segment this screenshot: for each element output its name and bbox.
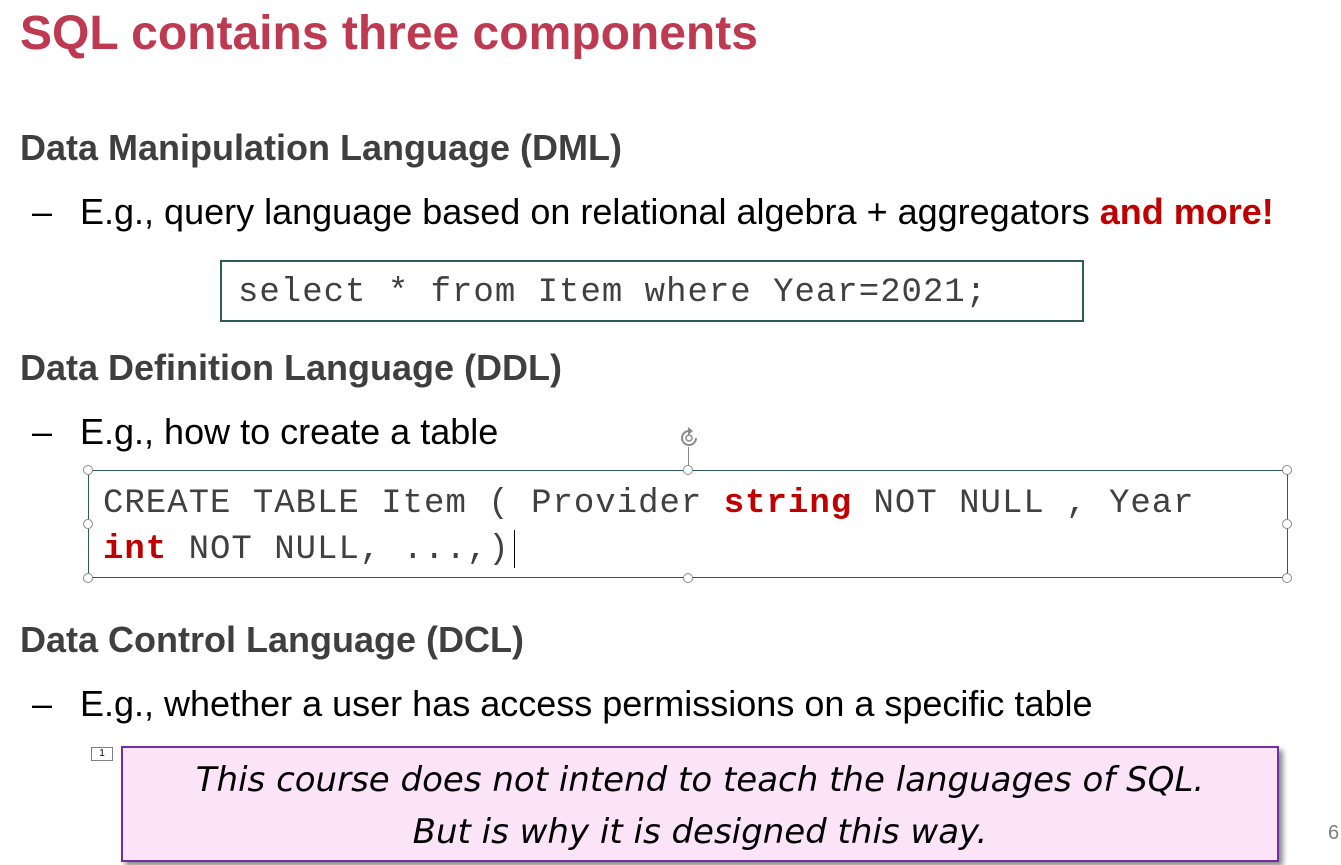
comment-marker[interactable]: 1 bbox=[91, 747, 113, 761]
text-cursor bbox=[513, 530, 516, 569]
callout-line-2: But is why it is designed this way. bbox=[412, 812, 988, 852]
rotate-icon[interactable] bbox=[676, 425, 702, 451]
ddl-bullet: – E.g., how to create a table bbox=[32, 412, 498, 452]
resize-handle-right[interactable] bbox=[1282, 519, 1292, 529]
bullet-dash: – bbox=[32, 191, 53, 232]
slide-title: SQL contains three components bbox=[20, 7, 758, 60]
ddl-code-text: CREATE TABLE Item ( Provider bbox=[103, 485, 724, 523]
resize-handle-top[interactable] bbox=[683, 465, 693, 475]
dml-code-box[interactable]: select * from Item where Year=2021; bbox=[220, 260, 1084, 322]
resize-handle-bottom[interactable] bbox=[683, 573, 693, 583]
dml-heading: Data Manipulation Language (DML) bbox=[20, 127, 622, 168]
resize-handle-bottom-left[interactable] bbox=[83, 573, 93, 583]
ddl-code-line-2: int NOT NULL, ...,) bbox=[103, 527, 1287, 573]
dml-bullet: – E.g., query language based on relationa… bbox=[32, 192, 1274, 232]
dml-bullet-text: E.g., query language based on relational… bbox=[80, 191, 1100, 232]
ddl-heading: Data Definition Language (DDL) bbox=[20, 347, 562, 388]
callout-box: This course does not intend to teach the… bbox=[121, 746, 1279, 862]
dcl-heading: Data Control Language (DCL) bbox=[20, 619, 524, 660]
ddl-bullet-text: E.g., how to create a table bbox=[80, 411, 499, 452]
ddl-code-text: NOT NULL , Year bbox=[852, 485, 1195, 523]
bullet-dash: – bbox=[32, 411, 53, 452]
resize-handle-bottom-right[interactable] bbox=[1282, 573, 1292, 583]
ddl-code-keyword-string: string bbox=[723, 485, 853, 523]
ddl-code-line-1: CREATE TABLE Item ( Provider string NOT … bbox=[103, 481, 1287, 527]
dcl-bullet: – E.g., whether a user has access permiss… bbox=[32, 684, 1093, 724]
ddl-code-keyword-int: int bbox=[103, 531, 168, 569]
dml-bullet-emphasis: and more! bbox=[1099, 191, 1274, 232]
ddl-code-box[interactable]: CREATE TABLE Item ( Provider string NOT … bbox=[88, 470, 1288, 578]
dml-code: select * from Item where Year=2021; bbox=[238, 274, 988, 312]
bullet-dash: – bbox=[32, 683, 53, 724]
dcl-bullet-text: E.g., whether a user has access permissi… bbox=[80, 683, 1093, 724]
resize-handle-top-left[interactable] bbox=[83, 465, 93, 475]
callout-line-1: This course does not intend to teach the… bbox=[195, 760, 1205, 800]
ddl-code-text: NOT NULL, ...,) bbox=[167, 531, 510, 569]
resize-handle-top-right[interactable] bbox=[1282, 465, 1292, 475]
page-number: 6 bbox=[1328, 822, 1340, 844]
resize-handle-left[interactable] bbox=[83, 519, 93, 529]
